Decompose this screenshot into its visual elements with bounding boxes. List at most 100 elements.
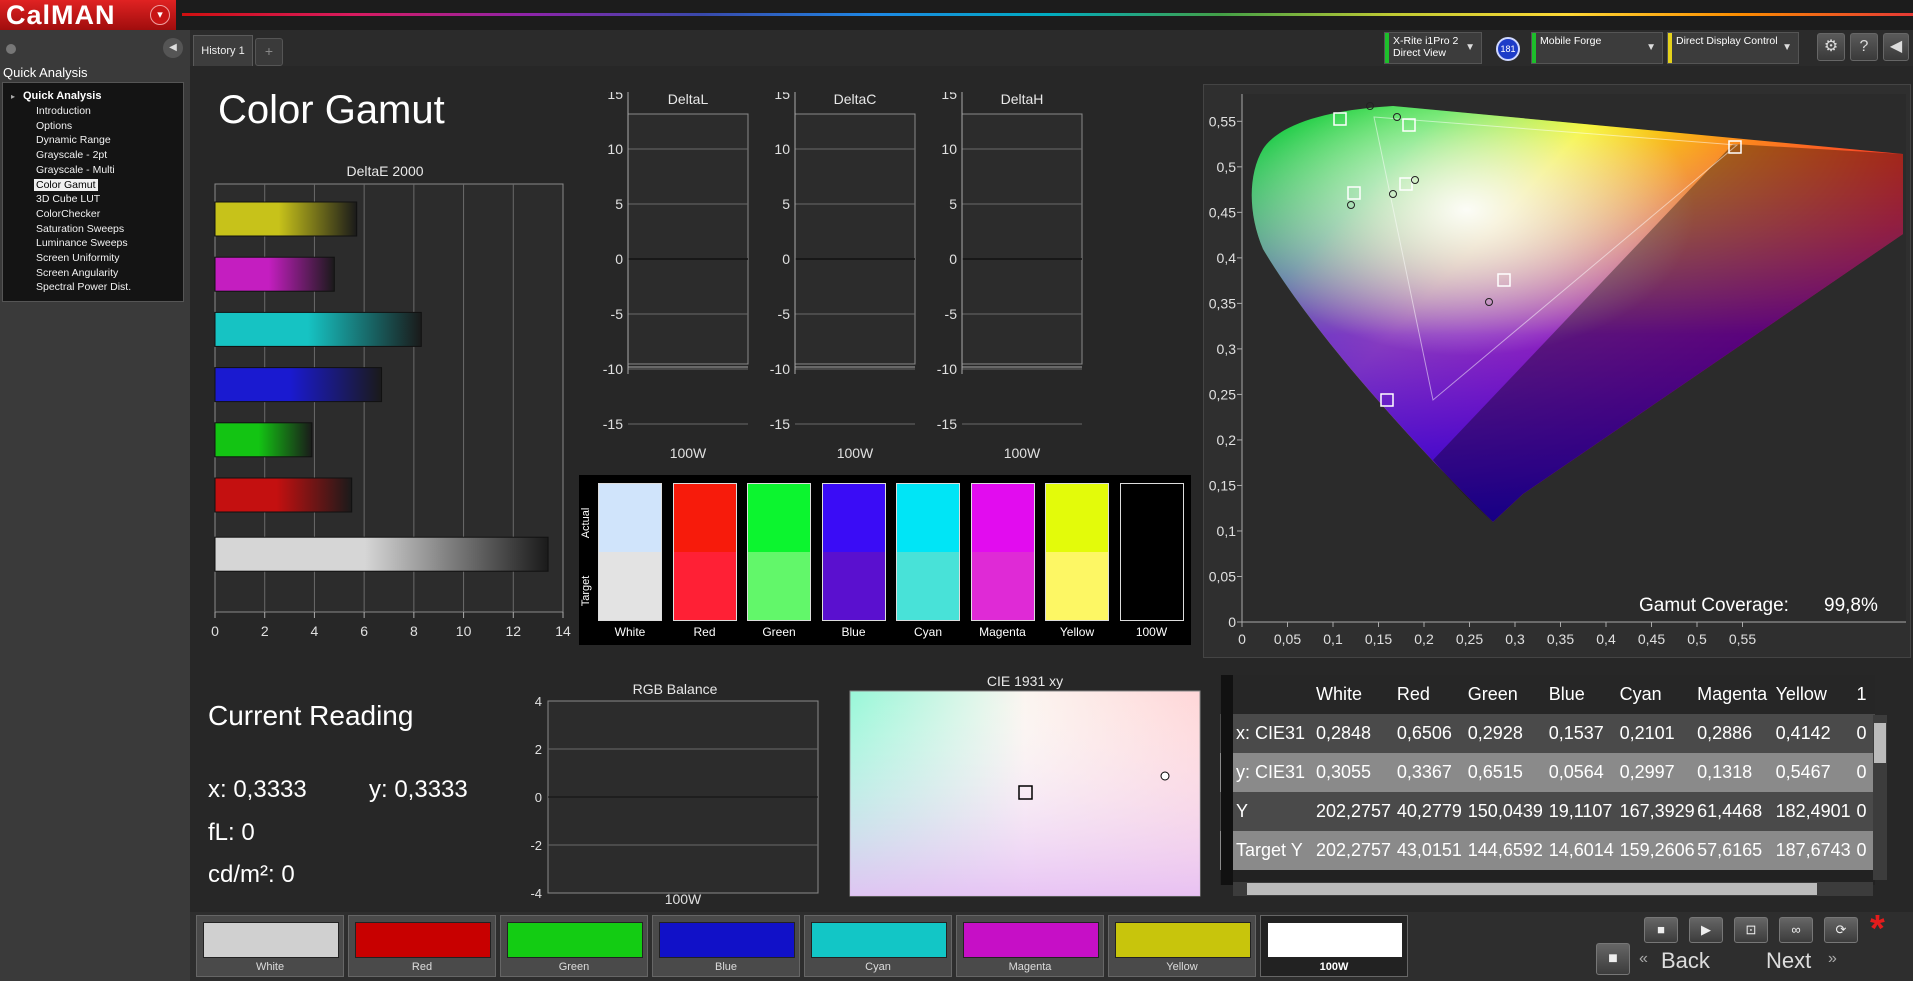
patch-button-100w[interactable]: 100W [1260,915,1408,977]
table-cell: 0,6506 [1396,723,1452,743]
refresh-button[interactable]: ⟳ [1824,917,1858,943]
delta-tick-label: -10 [603,361,623,377]
table-column-header[interactable] [1220,675,1316,714]
sidebar-item-colorchecker[interactable]: ColorChecker [36,208,100,220]
swatch-blue [821,483,886,621]
table-horizontal-scrollbar[interactable] [1233,882,1873,896]
table-row[interactable]: Target Y 202,2757 43,0151 144,6592 14,6014 15… [1220,831,1875,870]
gear-icon: ⚙ [1823,38,1839,55]
deltae-tick-label: 0 [211,623,219,639]
collapse-panel-icon[interactable]: ◀ [163,38,183,58]
patch-button-magenta[interactable]: Magenta [956,915,1104,977]
delta-plot-area [961,113,1083,365]
table-column-header[interactable]: Blue [1549,675,1620,714]
current-reading-title: Current Reading [208,700,414,731]
scrollbar-thumb[interactable] [1874,723,1886,763]
swatch-green [747,483,811,621]
table-cell: 61,4468 [1697,801,1763,821]
record-button[interactable]: ■ [1596,943,1630,975]
sidebar-item-screen-uniformity[interactable]: Screen Uniformity [36,252,119,264]
sidebar-item-saturation-sweeps[interactable]: Saturation Sweeps [36,223,124,235]
reading-y: y: 0,3333 [369,776,468,803]
add-tab-button[interactable]: + [255,38,283,66]
next-button[interactable]: Next » [1766,946,1886,976]
patch-button-yellow[interactable]: Yellow [1108,915,1256,977]
source-name: Mobile Forge [1540,35,1602,47]
table-column-header[interactable]: Cyan [1620,675,1698,714]
table-cell: 187,6743 [1775,840,1851,860]
deltae-title: DeltaE 2000 [346,163,424,179]
table-row[interactable]: x: CIE31 0,2848 0,6506 0,2928 0,1537 0,2101 0,… [1220,714,1875,753]
patch-button-green[interactable]: Green [500,915,648,977]
table-cell: 202,2757 [1315,801,1392,821]
reading-fl: fL: 0 [208,819,255,846]
display-selector[interactable]: Direct Display Control ▼ [1667,32,1799,64]
table-column-header[interactable]: 1 [1856,675,1875,714]
cie-x-tick-label: 0,45 [1638,631,1665,647]
patch-button-white[interactable]: White [196,915,344,977]
sidebar-item-color-gamut[interactable]: Color Gamut [34,178,98,191]
sidebar-item-3d-cube-lut[interactable]: 3D Cube LUT [36,193,100,205]
cie-y-tick-label: 0,35 [1209,295,1236,311]
patch-label: 100W [1319,961,1349,973]
table-cell: 40,2779 [1396,801,1462,821]
patch-label: Red [411,961,433,973]
patch-button-cyan[interactable]: Cyan [804,915,952,977]
table-column-header[interactable]: Magenta [1697,675,1775,714]
display-name: Direct Display Control [1676,35,1778,47]
cie-y-tick-label: 0 [1228,614,1236,630]
display-status-bar [1668,33,1672,63]
back-button[interactable]: « Back [1639,946,1759,976]
sidebar-item-screen-angularity[interactable]: Screen Angularity [36,267,118,279]
tree-expand-icon[interactable]: ▸ [11,92,15,101]
sidebar-item-grayscale-multi[interactable]: Grayscale - Multi [36,164,115,176]
swatch-actual [673,484,736,552]
table-cell: 57,6165 [1697,840,1763,860]
table-cell: 167,3929 [1619,801,1695,821]
table-cell: 19,1107 [1548,801,1613,821]
delta-tick-label: 0 [782,251,790,267]
table-column-header[interactable]: Red [1397,675,1468,714]
sidebar-item-options[interactable]: Options [36,120,72,132]
stop-button[interactable]: ■ [1644,917,1678,943]
tab-history-1[interactable]: History 1 [193,35,253,66]
asterisk-icon[interactable]: * [1870,908,1885,951]
cie-x-tick-label: 0,5 [1687,631,1707,647]
settings-button[interactable]: ⚙ [1817,33,1845,61]
swatch-target [1046,552,1108,620]
scrollbar-thumb[interactable] [1247,883,1817,895]
meter-selector[interactable]: X-Rite i1Pro 2 Direct View ▼ [1384,32,1482,64]
measure-button[interactable]: ⊡ [1734,917,1768,943]
patch-color [507,922,643,958]
tree-root-quick-analysis[interactable]: Quick Analysis [23,90,101,102]
sidebar-item-luminance-sweeps[interactable]: Luminance Sweeps [36,237,128,249]
table-column-header[interactable]: Green [1468,675,1549,714]
deltae-tick-label: 4 [311,623,319,639]
pin-icon[interactable] [6,44,16,54]
table-row[interactable]: Y 202,2757 40,2779 150,0439 19,1107 167,3929 6… [1220,792,1875,831]
help-button[interactable]: ? [1850,33,1878,61]
logo-dropdown-icon[interactable]: ▾ [150,5,170,25]
sidebar-item-introduction[interactable]: Introduction [36,105,91,117]
collapse-right-button[interactable]: ◀ [1883,33,1909,61]
delta-tick-label: 5 [615,196,623,212]
cie1931-chart [849,690,1201,897]
table-column-header[interactable]: Yellow [1776,675,1857,714]
patch-button-blue[interactable]: Blue [652,915,800,977]
play-button[interactable]: ▶ [1689,917,1723,943]
table-vertical-scrollbar[interactable] [1873,715,1887,880]
table-column-header[interactable]: White [1316,675,1397,714]
continuous-button[interactable]: ∞ [1779,917,1813,943]
patch-button-red[interactable]: Red [348,915,496,977]
sidebar-item-spectral-power-dist[interactable]: Spectral Power Dist. [36,281,131,293]
sidebar-item-dynamic-range[interactable]: Dynamic Range [36,134,111,146]
deltae-bar-cyan [214,311,422,347]
table-row[interactable]: y: CIE31 0,3055 0,3367 0,6515 0,0564 0,2997 0,… [1220,753,1875,792]
patch-color [355,922,491,958]
source-selector[interactable]: Mobile Forge ▼ [1531,32,1663,64]
cie-y-tick-label: 0,1 [1217,523,1237,539]
sidebar-item-grayscale-2pt[interactable]: Grayscale - 2pt [36,149,107,161]
double-chevron-left-icon: « [1639,950,1648,967]
delta-xlabel: 100W [670,445,707,461]
reading-cdm2: cd/m²: 0 [208,861,295,888]
